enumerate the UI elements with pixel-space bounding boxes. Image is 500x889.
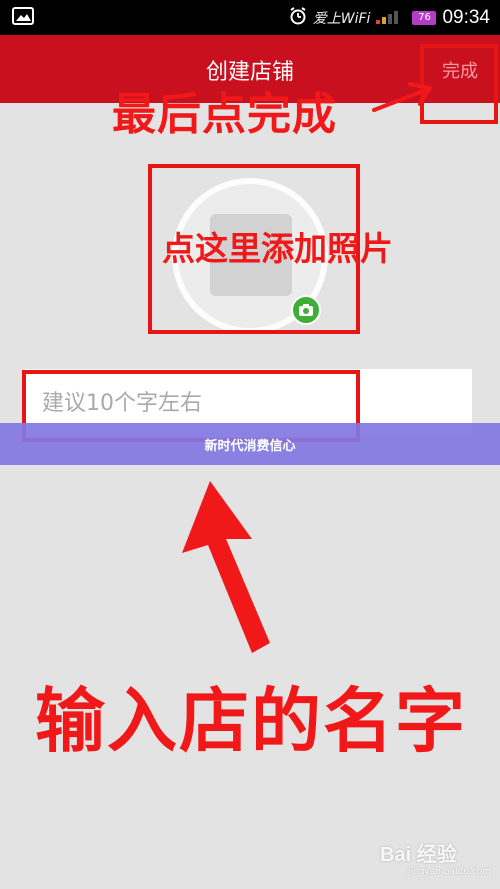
arrow-to-done-icon xyxy=(370,80,440,124)
arrow-up-icon xyxy=(160,475,290,659)
annotation-enter-name: 输入店的名字 xyxy=(35,680,467,762)
baidu-watermark: Bai 经验 jingyan.baidu.com xyxy=(380,838,491,877)
status-bar: 爱上WiFi 76 09:34 xyxy=(0,0,500,35)
clock-time: 09:34 xyxy=(442,6,490,28)
signal-icon xyxy=(376,8,406,28)
watermark-logo: Bai 经验 xyxy=(380,844,457,866)
overlay-banner: 新时代消费信心 xyxy=(0,423,500,465)
gallery-icon xyxy=(12,7,34,25)
alarm-clock-icon xyxy=(289,6,307,29)
annotation-finish-last: 最后点完成 xyxy=(112,89,337,140)
watermark-url: jingyan.baidu.com xyxy=(408,867,492,877)
wifi-network-label: 爱上WiFi xyxy=(312,10,371,27)
battery-icon: 76 xyxy=(412,10,437,25)
annotation-add-photo: 点这里添加照片 xyxy=(162,229,393,268)
